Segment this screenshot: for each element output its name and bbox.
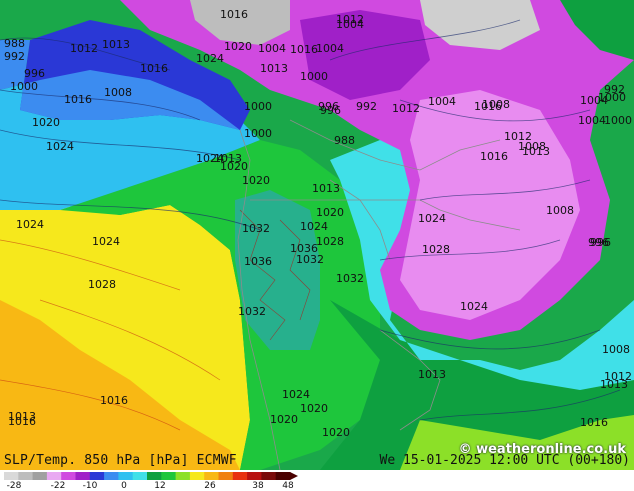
isobar-label: 1013 xyxy=(522,145,550,158)
isobar-label: 1024 xyxy=(282,388,310,401)
isobar-label: 1016 xyxy=(220,8,248,21)
legend-arrow xyxy=(290,472,298,480)
isobar-label: 1020 xyxy=(300,402,328,415)
isobar-label: 1000 xyxy=(10,80,38,93)
isobar-label: 1020 xyxy=(220,160,248,173)
isobar-label: 992 xyxy=(4,50,25,63)
legend-swatch xyxy=(232,472,248,480)
isobar-label: 992 xyxy=(356,100,377,113)
isobar-label: 1004 xyxy=(580,94,608,107)
isobar-label: 1000 xyxy=(300,70,328,83)
isobar-label: 1012 xyxy=(604,370,632,383)
isobar-label: 1000 xyxy=(244,127,272,140)
legend-swatch xyxy=(18,472,34,480)
legend-swatch xyxy=(189,472,205,480)
isobar-label: 996 xyxy=(320,104,341,117)
legend-swatch xyxy=(261,472,277,480)
legend-swatch xyxy=(89,472,105,480)
isobar-label: 1008 xyxy=(482,98,510,111)
isobar-label: 1000 xyxy=(244,100,272,113)
isobar-label: 1024 xyxy=(92,235,120,248)
isobar-label: 1004 xyxy=(316,42,344,55)
legend-swatch xyxy=(161,472,177,480)
isobar-label: 1004 xyxy=(336,18,364,31)
isobar-label: 1024 xyxy=(46,140,74,153)
isobar-label: 1008 xyxy=(602,343,630,356)
isobar-label: 1032 xyxy=(242,222,270,235)
isobar-label: 1008 xyxy=(104,86,132,99)
weather-map-view: 988 992 996 1000 1012 1013 1016 1008 1020 1024 101… xyxy=(0,0,634,491)
isobar-label: 1013 xyxy=(8,410,36,423)
isobar-label: 1020 xyxy=(224,40,252,53)
isobar-label: 1024 xyxy=(16,218,44,231)
legend-swatches xyxy=(4,472,298,480)
isobar-label: 1016 xyxy=(64,93,92,106)
legend-swatch xyxy=(46,472,62,480)
isobar-label: 1024 xyxy=(460,300,488,313)
isobar-label: 1016 xyxy=(480,150,508,163)
isobar-label: 1028 xyxy=(422,243,450,256)
isobar-label: 1020 xyxy=(316,206,344,219)
legend-swatch xyxy=(247,472,262,480)
isobar-label: 1028 xyxy=(88,278,116,291)
isobar-label: 1013 xyxy=(418,368,446,381)
isobar-label: 1012 xyxy=(392,102,420,115)
isobar-label: 1020 xyxy=(32,116,60,129)
isobar-label: 1013 xyxy=(102,38,130,51)
legend-swatch xyxy=(175,472,191,480)
isobar-label: 1028 xyxy=(316,235,344,248)
isobar-label: 1016 xyxy=(140,62,168,75)
isobar-label: 1008 xyxy=(546,204,574,217)
isobar-label: 1013 xyxy=(260,62,288,75)
isobar-label: 988 xyxy=(334,134,355,147)
legend-swatch xyxy=(275,472,291,480)
pressure-temperature-map: 98899299610001012 10131016100810201024101… xyxy=(0,0,634,470)
legend-swatch xyxy=(118,472,134,480)
isobar-label: 988 xyxy=(4,37,25,50)
isobar-label: 1020 xyxy=(322,426,350,439)
isobar-label: 1036 xyxy=(244,255,272,268)
legend-swatch xyxy=(61,472,76,480)
credit-text: © weatheronline.co.uk xyxy=(458,442,626,457)
isobar-label: 1016 xyxy=(290,43,318,56)
isobar-label: 1024 xyxy=(300,220,328,233)
legend-swatch xyxy=(104,472,119,480)
isobar-label: 1004 xyxy=(258,42,286,55)
legend-swatch xyxy=(204,472,219,480)
isobar-label: 1016 xyxy=(100,394,128,407)
isobar-label: 1032 xyxy=(336,272,364,285)
isobar-label: 1004 xyxy=(578,114,606,127)
isobar-label: 1020 xyxy=(270,413,298,426)
isobar-label: 1016 xyxy=(580,416,608,429)
isobar-label: 1032 xyxy=(296,253,324,266)
isobar-label: 1024 xyxy=(196,52,224,65)
legend-swatch xyxy=(75,472,91,480)
legend-swatch xyxy=(4,472,19,480)
isobar-label: 1032 xyxy=(238,305,266,318)
isobar-label: 1004 xyxy=(428,95,456,108)
legend-swatch xyxy=(132,472,148,480)
legend-swatch xyxy=(147,472,162,480)
isobar-label: 1000 xyxy=(604,114,632,127)
isobar-label: 1024 xyxy=(418,212,446,225)
legend-swatch xyxy=(32,472,48,480)
isobar-label: 1012 xyxy=(504,130,532,143)
isobar-label: 996 xyxy=(588,236,609,249)
legend-swatch xyxy=(218,472,234,480)
isobar-label: 1012 xyxy=(70,42,98,55)
isobar-label: 996 xyxy=(24,67,45,80)
isobar-label: 1013 xyxy=(312,182,340,195)
isobar-label: 1020 xyxy=(242,174,270,187)
map-title: SLP/Temp. 850 hPa [hPa] ECMWF xyxy=(4,453,237,468)
